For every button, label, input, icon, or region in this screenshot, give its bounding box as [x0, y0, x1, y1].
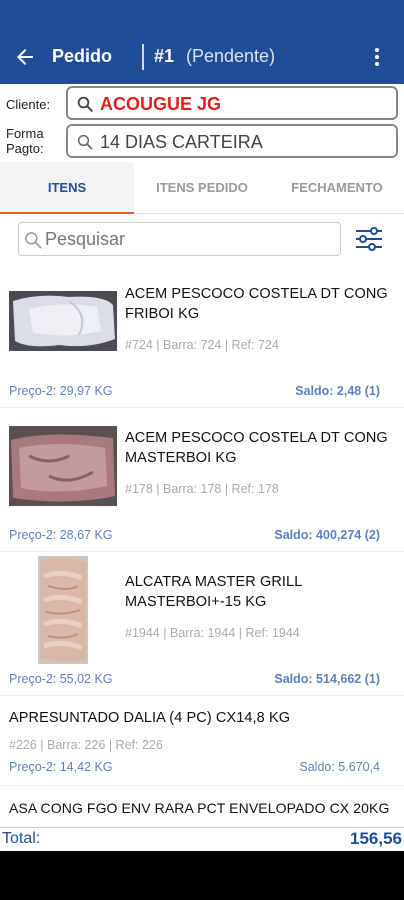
product-price: Preço-2: 14,42 KG — [9, 760, 113, 774]
tab-itens[interactable]: ITENS — [0, 162, 134, 214]
product-codes: #178 | Barra: 178 | Ref: 178 — [125, 482, 279, 496]
product-saldo: Saldo: 5.670,4 — [299, 760, 380, 774]
list-item[interactable]: ACEM PESCOCO COSTELA DT CONG FRIBOI KG #… — [0, 268, 404, 408]
product-name-line2: MASTERBOI KG — [125, 450, 237, 466]
list-item[interactable]: ALCATRA MASTER GRILL MASTERBOI+-15 KG #1… — [0, 552, 404, 696]
total-value: 156,56 — [350, 829, 402, 848]
product-price: Preço-2: 55,02 KG — [9, 672, 113, 686]
page-title: Pedido — [52, 46, 113, 66]
list-item[interactable]: APRESUNTADO DALIA (4 PC) CX14,8 KG #226 … — [0, 696, 404, 786]
order-number: #1 — [154, 46, 175, 66]
product-name-line1: ACEM PESCOCO COSTELA DT CONG — [125, 430, 388, 446]
product-name: ALCATRA MASTER GRILL MASTERBOI+-15 KG — [125, 572, 302, 612]
screen: Pedido #1 (Pendente) Cliente: ACOUGUE JG… — [0, 0, 404, 900]
product-name-line2: FRIBOI KG — [125, 306, 200, 322]
list-item[interactable]: ACEM PESCOCO COSTELA DT CONG MASTERBOI K… — [0, 408, 404, 552]
app-bar: Pedido #1 (Pendente) — [0, 0, 404, 84]
payment-label-line2: Pagto: — [6, 141, 44, 156]
tab-bar: ITENS ITENS PEDIDO FECHAMENTO — [0, 162, 404, 214]
tab-itens-pedido[interactable]: ITENS PEDIDO — [134, 162, 270, 214]
product-saldo: Saldo: 2,48 (1) — [295, 384, 380, 398]
product-image — [9, 426, 117, 506]
product-codes: #1944 | Barra: 1944 | Ref: 1944 — [125, 626, 300, 640]
product-name: ACEM PESCOCO COSTELA DT CONG FRIBOI KG — [125, 284, 388, 324]
payment-row: Forma Pagto: 14 DIAS CARTEIRA — [0, 124, 404, 164]
back-arrow-icon[interactable] — [12, 45, 38, 69]
product-image — [9, 291, 117, 351]
order-status: (Pendente) — [186, 46, 276, 66]
product-name: ASA CONG FGO ENV RARA PCT ENVELOPADO CX … — [9, 800, 390, 816]
total-label: Total: — [2, 830, 41, 847]
product-list: ACEM PESCOCO COSTELA DT CONG FRIBOI KG #… — [0, 268, 404, 828]
payment-value: 14 DIAS CARTEIRA — [100, 132, 263, 152]
product-name: ACEM PESCOCO COSTELA DT CONG MASTERBOI K… — [125, 428, 388, 468]
product-name-line1: ALCATRA MASTER GRILL — [125, 574, 303, 590]
payment-label-line1: Forma — [6, 126, 44, 141]
product-codes: #724 | Barra: 724 | Ref: 724 — [125, 338, 279, 352]
client-field[interactable]: ACOUGUE JG — [66, 86, 398, 120]
product-price: Preço-2: 29,97 KG — [9, 384, 113, 398]
payment-field[interactable]: 14 DIAS CARTEIRA — [66, 124, 398, 158]
product-codes: #226 | Barra: 226 | Ref: 226 — [9, 738, 163, 752]
client-row: Cliente: ACOUGUE JG — [0, 86, 404, 126]
system-nav-bar — [0, 851, 404, 900]
product-image — [38, 556, 88, 664]
payment-label: Forma Pagto: — [6, 126, 44, 156]
client-label: Cliente: — [6, 97, 51, 112]
more-menu-icon[interactable] — [367, 46, 387, 68]
search-icon — [77, 134, 93, 150]
product-saldo: Saldo: 400,274 (2) — [274, 528, 380, 542]
search-icon — [77, 96, 93, 112]
product-name-line2: MASTERBOI+-15 KG — [125, 594, 267, 610]
filter-sliders-icon[interactable] — [354, 225, 384, 253]
tab-fechamento[interactable]: FECHAMENTO — [270, 162, 404, 214]
product-name-line1: ACEM PESCOCO COSTELA DT CONG — [125, 286, 388, 302]
product-price: Preço-2: 28,67 KG — [9, 528, 113, 542]
client-value: ACOUGUE JG — [100, 94, 222, 114]
search-input[interactable] — [45, 227, 335, 251]
header-divider — [142, 44, 144, 70]
search-bar — [18, 222, 341, 256]
product-saldo: Saldo: 514,662 (1) — [274, 672, 380, 686]
search-icon — [25, 232, 42, 249]
list-item[interactable]: ASA CONG FGO ENV RARA PCT ENVELOPADO CX … — [0, 786, 404, 828]
total-bar: Total: 156,56 — [0, 827, 404, 851]
product-name: APRESUNTADO DALIA (4 PC) CX14,8 KG — [9, 710, 291, 726]
